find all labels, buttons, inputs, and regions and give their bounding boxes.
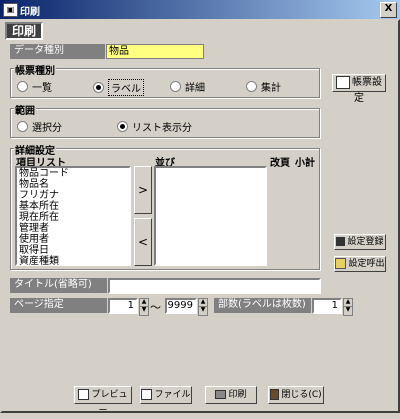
report-type-label-radio[interactable]: ラベル bbox=[93, 79, 144, 96]
page-from-input[interactable]: 1 bbox=[108, 298, 138, 314]
add-item-button[interactable]: > bbox=[134, 166, 152, 214]
print-button[interactable]: 印刷 bbox=[205, 386, 257, 404]
button-label: 設定呼出 bbox=[348, 259, 385, 269]
remove-item-button[interactable]: < bbox=[134, 218, 152, 266]
radio-dot bbox=[17, 81, 28, 92]
report-settings-button[interactable]: 帳票設定 bbox=[332, 74, 386, 104]
copies-label: 部数(ラベルは枚数) bbox=[214, 298, 311, 313]
title-field-label: タイトル(省略可) bbox=[10, 278, 107, 293]
data-kind-field: 物品 bbox=[106, 44, 204, 59]
list-item[interactable]: 現在所在 bbox=[17, 212, 129, 223]
copies-down-spin[interactable]: ▼ bbox=[343, 306, 353, 316]
items-listbox[interactable]: 物品コード 物品名 フリガナ 基本所在 現在所在 管理者 使用者 取得日 資産種… bbox=[15, 166, 131, 267]
folder-open-icon bbox=[335, 258, 347, 269]
page-to-input[interactable]: 9999 bbox=[165, 298, 197, 314]
radio-label: リスト表示分 bbox=[132, 123, 192, 134]
range-title: 範囲 bbox=[14, 102, 36, 117]
radio-label: ラベル bbox=[108, 79, 144, 96]
radio-label: 集計 bbox=[261, 83, 281, 94]
report-type-summary-radio[interactable]: 集計 bbox=[246, 79, 281, 94]
page-to-down-spin[interactable]: ▼ bbox=[198, 306, 208, 316]
save-settings-button[interactable]: 設定登録 bbox=[334, 234, 386, 250]
list-item[interactable]: フリガナ bbox=[17, 190, 129, 201]
list-item[interactable]: 資産種類 bbox=[17, 256, 129, 267]
range-list-radio[interactable]: リスト表示分 bbox=[117, 119, 192, 134]
close-window-button[interactable]: X bbox=[380, 2, 397, 18]
load-settings-button[interactable]: 設定呼出 bbox=[334, 256, 386, 272]
report-type-title: 帳票種別 bbox=[14, 62, 56, 77]
copies-input[interactable]: 1 bbox=[312, 298, 342, 314]
range-selection-radio[interactable]: 選択分 bbox=[17, 119, 62, 134]
door-icon bbox=[270, 389, 280, 400]
radio-dot bbox=[170, 81, 181, 92]
window-title: 印刷 bbox=[20, 7, 40, 18]
button-label: 設定登録 bbox=[347, 237, 384, 247]
page-from-down-spin[interactable]: ▼ bbox=[139, 306, 149, 316]
button-label: 印刷 bbox=[228, 390, 247, 400]
app-icon: ▣ bbox=[3, 3, 18, 17]
radio-dot bbox=[17, 121, 28, 132]
preview-icon bbox=[78, 389, 90, 400]
list-item[interactable]: 使用者 bbox=[17, 234, 129, 245]
radio-dot bbox=[246, 81, 257, 92]
order-listbox[interactable] bbox=[154, 166, 267, 266]
file-icon bbox=[141, 389, 153, 400]
radio-label: 詳細 bbox=[185, 83, 205, 94]
list-item[interactable]: 取得日 bbox=[17, 245, 129, 256]
preview-button[interactable]: プレビュー bbox=[74, 386, 132, 416]
radio-dot-selected bbox=[117, 121, 128, 132]
button-label: ファイル bbox=[154, 390, 191, 400]
file-button[interactable]: ファイル bbox=[140, 386, 192, 404]
radio-label: 一覧 bbox=[32, 83, 52, 94]
data-kind-label: データ種別 bbox=[10, 44, 105, 59]
list-item[interactable]: 物品コード bbox=[17, 168, 129, 179]
radio-label: 選択分 bbox=[32, 123, 62, 134]
page-spec-label: ページ指定 bbox=[10, 298, 107, 313]
title-input[interactable] bbox=[108, 278, 321, 294]
button-label: 閉じる(C) bbox=[281, 390, 322, 400]
range-tilde: 〜 bbox=[150, 301, 161, 314]
list-item[interactable]: 基本所在 bbox=[17, 201, 129, 212]
print-header-badge: 印刷 bbox=[5, 22, 43, 40]
printer-icon bbox=[215, 390, 227, 399]
page-break-header: 改頁 bbox=[270, 158, 290, 169]
subtotal-header: 小計 bbox=[295, 158, 315, 169]
disk-icon bbox=[336, 237, 346, 246]
report-settings-icon bbox=[336, 75, 350, 89]
title-bar: ▣ 印刷 X bbox=[0, 0, 400, 19]
report-type-detail-radio[interactable]: 詳細 bbox=[170, 79, 205, 94]
close-button[interactable]: 閉じる(C) bbox=[268, 386, 324, 404]
radio-dot-selected bbox=[93, 82, 104, 93]
list-item[interactable]: 物品名 bbox=[17, 179, 129, 190]
list-item[interactable]: 管理者 bbox=[17, 223, 129, 234]
report-type-list-radio[interactable]: 一覧 bbox=[17, 79, 52, 94]
